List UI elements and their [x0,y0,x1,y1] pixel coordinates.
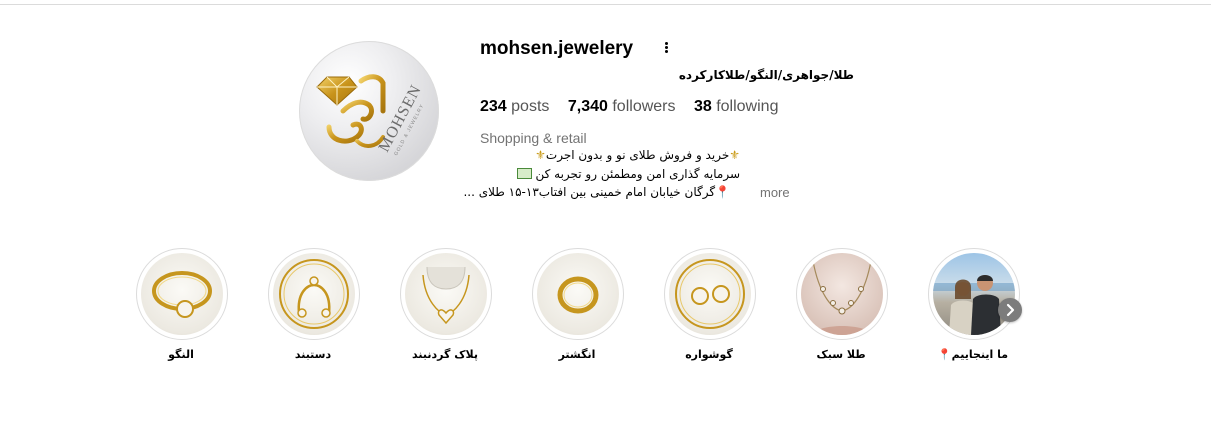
bio-line-3: 📍گرگان خیابان امام خمینی بین افتاب۱۳-۱۵ … [463,185,730,199]
chevron-right-icon [1006,303,1015,317]
posts-stat[interactable]: 234 posts [480,98,549,115]
following-count: 38 [693,98,712,115]
followers-stat[interactable]: 7,340 followers [568,98,676,115]
followers-label: followers [612,98,676,115]
bio-line-1-text: خرید و فروش طلای نو و بدون اجرت [545,148,730,162]
following-label: following [716,98,779,115]
highlight-cover [537,253,619,335]
posts-label: posts [511,98,550,115]
highlight-ring[interactable] [532,248,624,340]
bracelet-icon [279,259,349,329]
top-divider [0,4,1211,5]
highlight-label-text: ما اینجاییم [951,348,1009,361]
fleur-de-lis-icon: ⚜ [729,148,740,162]
profile-category: Shopping & retail [480,130,587,146]
highlight-label: پلاک گردنبند [412,348,478,361]
highlight-label: انگشتر [558,348,596,361]
highlight-cover [405,253,487,335]
highlight-label: دستبند [294,348,332,361]
following-stat[interactable]: 38 following [694,98,779,115]
profile-full-name: طلا/جواهری/النگو/طلاکارکرده [678,68,854,82]
highlight-cover [669,253,751,335]
profile-stats: 234 posts 7,340 followers 38 following [480,98,792,116]
location-pin-icon: 📍 [715,185,730,199]
options-button[interactable] [656,37,676,59]
light-gold-chain-icon [809,260,875,335]
highlight-bracelet[interactable] [268,248,360,340]
highlight-label: طلا سبک [816,348,866,361]
highlight-we-are-here[interactable] [928,248,1020,340]
highlight-cover [273,253,355,335]
highlight-cover [141,253,223,335]
mohsen-logo-icon: MOHSEN GOLD & JEWELRY [316,74,426,157]
more-options-icon [665,42,668,45]
bio-more-link[interactable]: more [760,185,790,200]
couple-photo-icon [933,275,1015,335]
more-options-icon-dot [665,46,668,49]
banknote-icon [517,168,533,179]
bangle-icon [152,271,212,318]
location-pin-icon: 📍 [937,348,952,361]
highlight-bangle[interactable] [136,248,228,340]
profile-avatar[interactable]: MOHSEN GOLD & JEWELRY [299,41,439,181]
bio-line-1: ⚜خرید و فروش طلای نو و بدون اجرت⚜ [480,148,740,162]
highlight-label: گوشواره [685,348,733,361]
highlight-necklace[interactable] [400,248,492,340]
necklace-pendant-icon [422,266,470,325]
posts-count: 234 [480,98,507,115]
highlight-label: النگو [168,348,194,361]
bio-line-2-text: سرمایه گذاری امن ومطمئن رو تجربه کن [535,167,740,181]
bio-line-2: سرمایه گذاری امن ومطمئن رو تجربه کن [480,167,740,181]
profile-username[interactable]: mohsen.jewelery [480,38,633,60]
bio-line-3-text: گرگان خیابان امام خمینی بین افتاب۱۳-۱۵ ط… [463,185,716,199]
highlight-cover [801,253,883,335]
more-options-icon-dot [665,50,668,53]
ring-icon [557,276,599,314]
highlight-light-gold[interactable] [796,248,888,340]
earrings-icon [675,259,745,329]
highlight-earrings[interactable] [664,248,756,340]
fleur-de-lis-icon: ⚜ [535,148,546,162]
followers-count: 7,340 [567,98,608,115]
highlight-cover [933,253,1015,335]
highlights-next-button[interactable] [998,298,1022,322]
highlight-label: ما اینجاییم📍 [913,348,1033,361]
